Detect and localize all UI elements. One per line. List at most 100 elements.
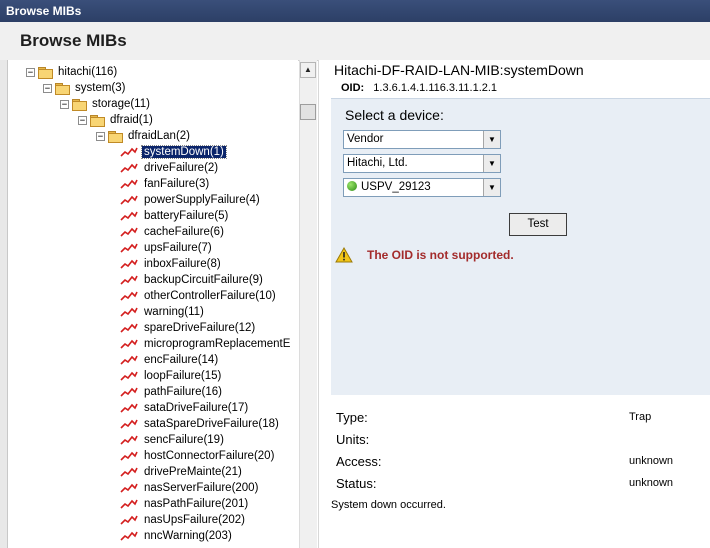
tree-item-label: pathFailure(16) bbox=[144, 386, 222, 398]
device-test-panel: Select a device: Vendor ▼ Hitachi, Ltd. … bbox=[331, 98, 710, 395]
tree-item-label: cacheFailure(6) bbox=[144, 226, 224, 238]
trap-icon bbox=[120, 355, 138, 365]
tree-item-label: inboxFailure(8) bbox=[144, 258, 221, 270]
trap-icon bbox=[120, 419, 138, 429]
select-device-title: Select a device: bbox=[345, 107, 444, 123]
tree-item-label: sencFailure(19) bbox=[144, 434, 224, 446]
tree-item-label: nasUpsFailure(202) bbox=[144, 514, 245, 526]
tree-item-trap[interactable]: inboxFailure(8) bbox=[120, 256, 223, 272]
access-value: unknown bbox=[629, 455, 674, 467]
tree-item-label: dfraidLan(2) bbox=[128, 130, 191, 142]
tree-item-trap[interactable]: nasServerFailure(200) bbox=[120, 480, 260, 496]
trap-icon bbox=[120, 339, 138, 349]
folder-icon bbox=[90, 114, 105, 127]
status-value: unknown bbox=[629, 477, 674, 489]
chevron-down-icon[interactable]: ▼ bbox=[483, 155, 500, 172]
tree-item-trap[interactable]: loopFailure(15) bbox=[120, 368, 223, 384]
scroll-up-button[interactable]: ▲ bbox=[300, 62, 316, 78]
type-value: Trap bbox=[629, 411, 652, 423]
tree-item-folder[interactable]: − dfraid(1) bbox=[78, 112, 155, 128]
tree-item-trap[interactable]: driveFailure(2) bbox=[120, 160, 220, 176]
tree-item-trap[interactable]: encFailure(14) bbox=[120, 352, 220, 368]
device-select[interactable]: USPV_29123 ▼ bbox=[343, 178, 501, 197]
tree-item-label: batteryFailure(5) bbox=[144, 210, 229, 222]
tree-item-trap[interactable]: spareDriveFailure(12) bbox=[120, 320, 257, 336]
tree-item-trap[interactable]: batteryFailure(5) bbox=[120, 208, 230, 224]
tree-item-label: fanFailure(3) bbox=[144, 178, 210, 190]
tree-item-trap[interactable]: nasUpsFailure(202) bbox=[120, 512, 247, 528]
tree-item-label: hostConnectorFailure(20) bbox=[144, 450, 275, 462]
pane-splitter[interactable] bbox=[318, 60, 331, 548]
tree-item-folder[interactable]: − system(3) bbox=[43, 80, 127, 96]
tree-item-label: dfraid(1) bbox=[110, 114, 153, 126]
tree-item-label: loopFailure(15) bbox=[144, 370, 222, 382]
tree-item-label: nasPathFailure(201) bbox=[144, 498, 249, 510]
warning-icon bbox=[335, 247, 353, 263]
folder-icon bbox=[108, 130, 123, 143]
tree-item-label: drivePreMainte(21) bbox=[144, 466, 242, 478]
mib-tree[interactable]: − hitachi(116) − system(3) − storage(11) − dfra… bbox=[8, 60, 298, 548]
tree-item-trap[interactable]: nasPathFailure(201) bbox=[120, 496, 250, 512]
tree-item-trap[interactable]: sataDriveFailure(17) bbox=[120, 400, 250, 416]
tree-item-label: microprogramReplacementE bbox=[144, 338, 291, 350]
oid-label: OID: bbox=[341, 82, 365, 94]
tree-item-trap[interactable]: powerSupplyFailure(4) bbox=[120, 192, 262, 208]
trap-icon bbox=[120, 179, 138, 189]
tree-item-trap[interactable]: backupCircuitFailure(9) bbox=[120, 272, 265, 288]
tree-item-trap[interactable]: warning(11) bbox=[120, 304, 206, 320]
trap-icon bbox=[120, 211, 138, 221]
units-label: Units: bbox=[336, 432, 370, 447]
tree-item-label: systemDown(1) bbox=[141, 145, 227, 159]
trap-icon bbox=[120, 515, 138, 525]
tree-item-trap[interactable]: drivePreMainte(21) bbox=[120, 464, 244, 480]
test-button[interactable]: Test bbox=[509, 213, 567, 236]
tree-item-trap[interactable]: microprogramReplacementE bbox=[120, 336, 292, 352]
collapse-toggle[interactable]: − bbox=[60, 99, 69, 109]
tree-item-trap[interactable]: hostConnectorFailure(20) bbox=[120, 448, 276, 464]
mib-object-name: Hitachi-DF-RAID-LAN-MIB:systemDown bbox=[334, 62, 584, 78]
page-header: Browse MIBs bbox=[0, 22, 710, 61]
vendor-select[interactable]: Hitachi, Ltd. ▼ bbox=[343, 154, 501, 173]
tree-item-trap[interactable]: otherControllerFailure(10) bbox=[120, 288, 278, 304]
folder-icon bbox=[55, 82, 70, 95]
tree-item-folder[interactable]: − storage(11) bbox=[60, 96, 152, 112]
tree-item-trap[interactable]: upsFailure(7) bbox=[120, 240, 214, 256]
tree-item-trap[interactable]: sencFailure(19) bbox=[120, 432, 226, 448]
tree-item-trap[interactable]: fanFailure(3) bbox=[120, 176, 211, 192]
trap-icon bbox=[120, 531, 138, 541]
trap-icon bbox=[120, 323, 138, 333]
tree-item-trap[interactable]: sataSpareDriveFailure(18) bbox=[120, 416, 281, 432]
tree-item-label: nncWarning(203) bbox=[144, 530, 232, 542]
collapse-toggle[interactable]: − bbox=[96, 131, 105, 141]
tree-scrollbar[interactable]: ▲ bbox=[299, 60, 317, 548]
tree-item-trap[interactable]: pathFailure(16) bbox=[120, 384, 224, 400]
tree-item-label: upsFailure(7) bbox=[144, 242, 212, 254]
trap-icon bbox=[120, 243, 138, 253]
chevron-down-icon[interactable]: ▼ bbox=[483, 131, 500, 148]
tree-item-trap[interactable]: cacheFailure(6) bbox=[120, 224, 226, 240]
collapse-toggle[interactable]: − bbox=[78, 115, 87, 125]
tree-item-trap[interactable]: nncWarning(203) bbox=[120, 528, 234, 544]
window-title: Browse MIBs bbox=[0, 0, 710, 22]
tree-item-folder[interactable]: − hitachi(116) bbox=[26, 64, 119, 80]
device-status-icon bbox=[347, 181, 357, 191]
trap-icon bbox=[120, 163, 138, 173]
page-title: Browse MIBs bbox=[20, 31, 127, 50]
left-edge-strip bbox=[0, 60, 8, 548]
chevron-down-icon[interactable]: ▼ bbox=[483, 179, 500, 196]
collapse-toggle[interactable]: − bbox=[43, 83, 52, 93]
tree-item-folder[interactable]: − dfraidLan(2) bbox=[96, 128, 192, 144]
trap-icon bbox=[120, 371, 138, 381]
vendor-value: Hitachi, Ltd. bbox=[347, 157, 408, 169]
trap-icon bbox=[120, 451, 138, 461]
tree-item-label: otherControllerFailure(10) bbox=[144, 290, 276, 302]
collapse-toggle[interactable]: − bbox=[26, 67, 35, 77]
trap-icon bbox=[120, 435, 138, 445]
device-type-select[interactable]: Vendor ▼ bbox=[343, 130, 501, 149]
trap-icon bbox=[120, 403, 138, 413]
tree-item-trap[interactable]: systemDown(1) bbox=[120, 144, 227, 160]
tree-item-label: system(3) bbox=[75, 82, 126, 94]
scroll-thumb[interactable] bbox=[300, 104, 316, 120]
tree-item-label: encFailure(14) bbox=[144, 354, 219, 366]
trap-icon bbox=[120, 307, 138, 317]
